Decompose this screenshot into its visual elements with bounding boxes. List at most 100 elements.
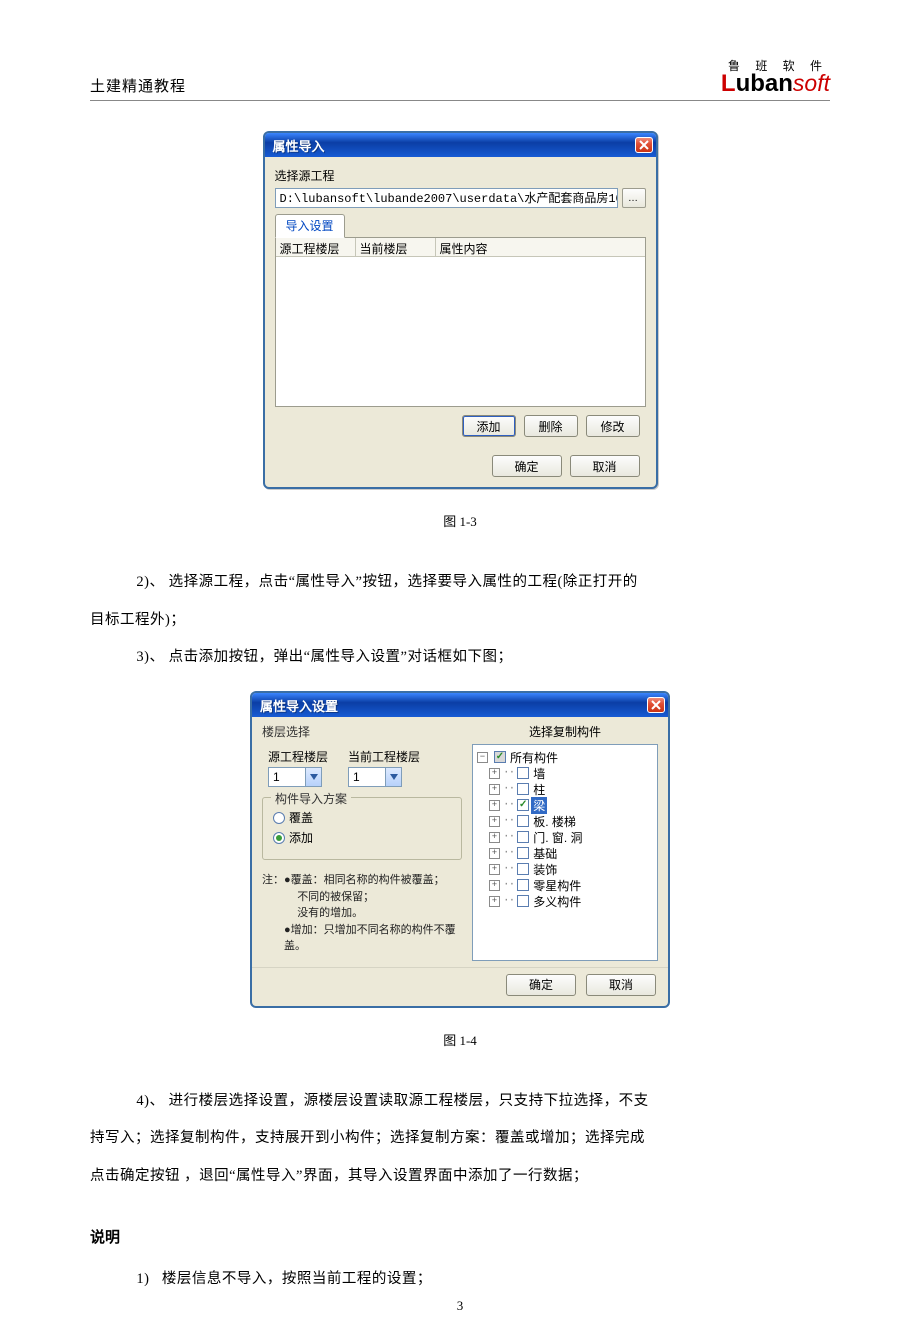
collapse-icon[interactable]: − — [477, 752, 488, 763]
close-button[interactable] — [635, 137, 653, 153]
radio-icon — [273, 812, 285, 824]
grid-col-source-floor[interactable]: 源工程楼层 — [276, 238, 356, 256]
close-button[interactable] — [647, 697, 665, 713]
page-number: 3 — [0, 1298, 920, 1314]
expand-icon[interactable]: + — [489, 848, 500, 859]
expand-icon[interactable]: + — [489, 864, 500, 875]
checkbox-icon[interactable] — [517, 863, 529, 875]
page-header: 土建精通教程 鲁 班 软 件 Lubansoft — [90, 60, 830, 101]
tree-item[interactable]: +··柱 — [475, 781, 655, 797]
tree-root-label: 所有构件 — [508, 749, 560, 766]
checkbox-icon[interactable] — [517, 831, 529, 843]
tree-item-label: 基础 — [531, 845, 559, 862]
close-icon — [651, 700, 661, 710]
checkbox-icon[interactable] — [494, 751, 506, 763]
attribute-import-dialog: 属性导入 选择源工程 D:\lubansoft\lubande2007\user… — [263, 131, 658, 489]
add-button[interactable]: 添加 — [462, 415, 516, 437]
tree-item[interactable]: +··装饰 — [475, 861, 655, 877]
tree-item[interactable]: +··基础 — [475, 845, 655, 861]
component-tree[interactable]: − 所有构件 +··墙+··柱+··梁+··板. 楼梯+··门. 窗. 洞+··… — [472, 744, 658, 961]
tree-item-label: 零星构件 — [531, 877, 583, 894]
logo-latin: Lubansoft — [721, 72, 830, 96]
step-2-text: 选择源工程，点击“属性导入”按钮，选择要导入属性的工程(除正打开的 — [169, 574, 638, 590]
source-path-input[interactable]: D:\lubansoft\lubande2007\userdata\水产配套商品… — [275, 188, 618, 208]
dialog-title: 属性导入 — [273, 136, 325, 155]
checkbox-icon[interactable] — [517, 815, 529, 827]
tree-item[interactable]: +··多义构件 — [475, 893, 655, 909]
chevron-down-icon[interactable] — [385, 768, 401, 786]
expand-icon[interactable]: + — [489, 896, 500, 907]
checkbox-icon[interactable] — [517, 767, 529, 779]
tree-item-label: 柱 — [531, 781, 547, 798]
delete-button[interactable]: 删除 — [524, 415, 578, 437]
cancel-button[interactable]: 取消 — [586, 974, 656, 996]
expand-icon[interactable]: + — [489, 816, 500, 827]
close-icon — [639, 140, 649, 150]
expand-icon[interactable]: + — [489, 800, 500, 811]
step-4-text: 进行楼层选择设置，源楼层设置读取源工程楼层，只支持下拉选择，不支 — [169, 1093, 649, 1109]
dialog2-title: 属性导入设置 — [260, 696, 338, 715]
grid-col-current-floor[interactable]: 当前楼层 — [356, 238, 436, 256]
edit-button[interactable]: 修改 — [586, 415, 640, 437]
expand-icon[interactable]: + — [489, 768, 500, 779]
note-1-number: 1) — [136, 1271, 149, 1287]
current-floor-combo[interactable]: 1 — [348, 767, 402, 787]
radio-overwrite-label: 覆盖 — [289, 809, 313, 826]
notes-text: 1) 楼层信息不导入，按照当前工程的设置； — [90, 1261, 830, 1299]
expand-icon[interactable]: + — [489, 832, 500, 843]
note-1-text: 楼层信息不导入，按照当前工程的设置； — [162, 1271, 432, 1287]
step-4-number: 4)、 — [136, 1093, 164, 1109]
tree-item[interactable]: +··墙 — [475, 765, 655, 781]
tree-item[interactable]: +··门. 窗. 洞 — [475, 829, 655, 845]
source-floor-value: 1 — [269, 768, 305, 786]
tree-item-label: 门. 窗. 洞 — [531, 829, 584, 846]
checkbox-icon[interactable] — [517, 783, 529, 795]
expand-icon[interactable]: + — [489, 880, 500, 891]
tree-root[interactable]: − 所有构件 — [475, 749, 655, 765]
tree-item[interactable]: +··零星构件 — [475, 877, 655, 893]
tree-item[interactable]: +··板. 楼梯 — [475, 813, 655, 829]
ok-button[interactable]: 确定 — [492, 455, 562, 477]
current-floor-value: 1 — [349, 768, 385, 786]
step-3-number: 3)、 — [136, 649, 164, 665]
cancel-button[interactable]: 取消 — [570, 455, 640, 477]
checkbox-icon[interactable] — [517, 879, 529, 891]
tree-item-label: 墙 — [531, 765, 547, 782]
radio-overwrite[interactable]: 覆盖 — [273, 809, 451, 826]
radio-add[interactable]: 添加 — [273, 829, 451, 846]
plan-note: 注：●覆盖：相同名称的构件被覆盖； 不同的被保留； 没有的增加。 ●增加：只增加… — [262, 872, 462, 955]
dialog2-titlebar[interactable]: 属性导入设置 — [252, 693, 668, 717]
tree-item[interactable]: +··梁 — [475, 797, 655, 813]
figure-caption-1-4: 图 1-4 — [90, 1030, 830, 1049]
step-3-text: 点击添加按钮，弹出“属性导入设置”对话框如下图； — [169, 649, 513, 665]
expand-icon[interactable]: + — [489, 784, 500, 795]
checkbox-icon[interactable] — [517, 847, 529, 859]
tab-import-settings[interactable]: 导入设置 — [275, 214, 345, 238]
tree-item-label: 板. 楼梯 — [531, 813, 578, 830]
checkbox-icon[interactable] — [517, 799, 529, 811]
source-project-label: 选择源工程 — [275, 167, 646, 184]
brand-logo: 鲁 班 软 件 Lubansoft — [721, 60, 830, 96]
notes-heading: 说明 — [90, 1226, 830, 1247]
body-text: 2)、 选择源工程，点击“属性导入”按钮，选择要导入属性的工程(除正打开的 目标… — [90, 564, 830, 677]
source-floor-combo[interactable]: 1 — [268, 767, 322, 787]
browse-button[interactable]: … — [622, 188, 646, 208]
import-plan-fieldset: 构件导入方案 覆盖 添加 — [262, 797, 462, 860]
copy-components-label: 选择复制构件 — [472, 723, 658, 740]
figure-caption-1-3: 图 1-3 — [90, 511, 830, 530]
grid-col-attribute-content[interactable]: 属性内容 — [436, 238, 516, 256]
grid-body[interactable] — [276, 257, 645, 406]
checkbox-icon[interactable] — [517, 895, 529, 907]
import-settings-grid[interactable]: 源工程楼层 当前楼层 属性内容 — [275, 237, 646, 407]
chevron-down-icon[interactable] — [305, 768, 321, 786]
tree-item-label: 装饰 — [531, 861, 559, 878]
radio-add-label: 添加 — [289, 829, 313, 846]
dialog-titlebar[interactable]: 属性导入 — [265, 133, 656, 157]
step-2-number: 2)、 — [136, 574, 164, 590]
current-floor-label: 当前工程楼层 — [348, 748, 420, 765]
step-4-text-cont2: 点击确定按钮 ，退回“属性导入”界面，其导入设置界面中添加了一行数据； — [90, 1168, 588, 1184]
ok-button[interactable]: 确定 — [506, 974, 576, 996]
step-2-text-cont: 目标工程外)； — [90, 612, 185, 628]
tree-item-label: 梁 — [531, 797, 547, 814]
tree-item-label: 多义构件 — [531, 893, 583, 910]
